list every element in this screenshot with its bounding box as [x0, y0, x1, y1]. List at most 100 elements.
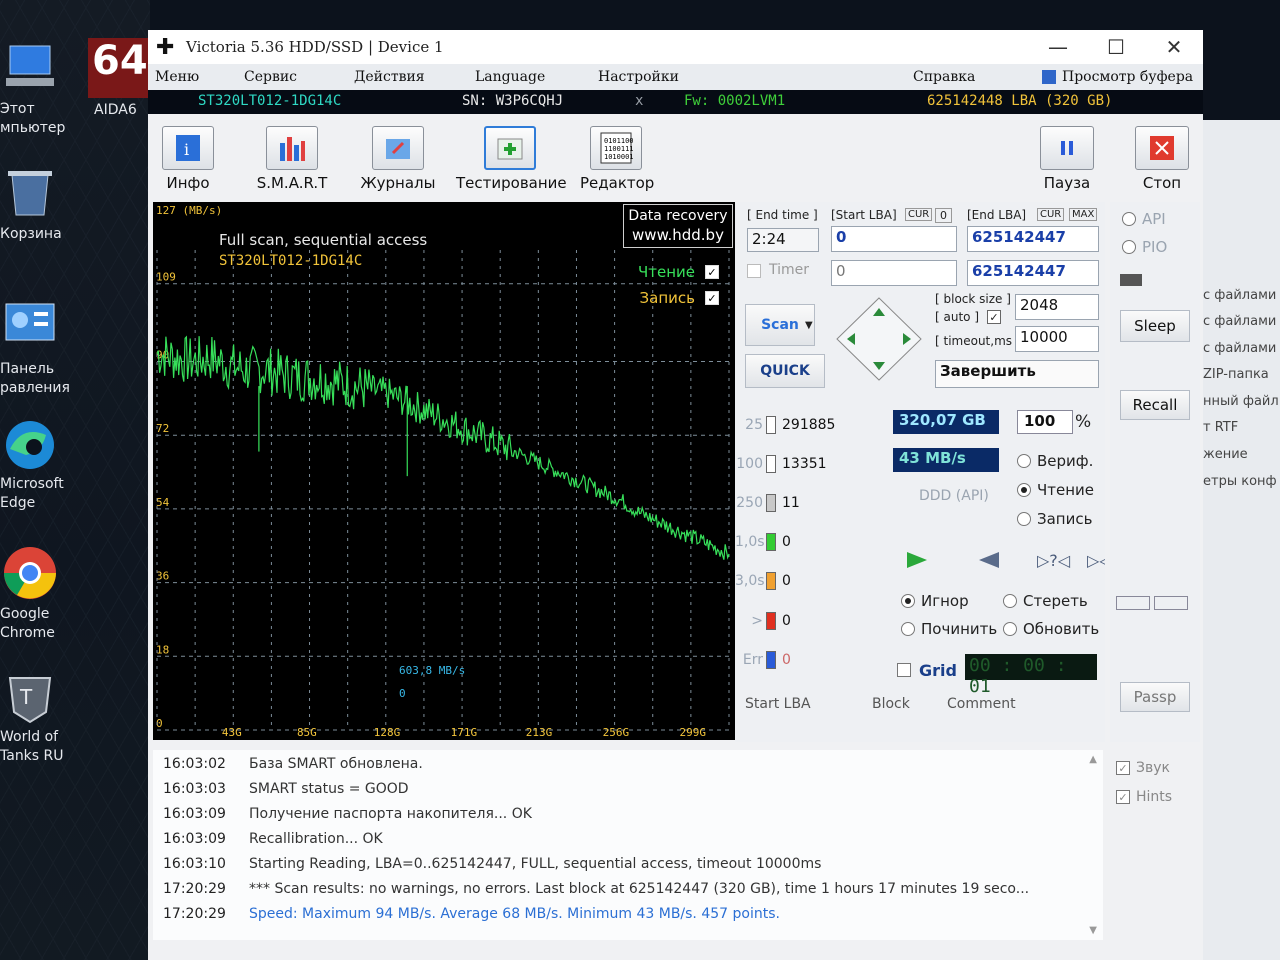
bg-list-item: жение [1203, 447, 1248, 462]
x-tick-label: 128G [374, 726, 401, 739]
status-indicator [1120, 274, 1142, 286]
start-zero-button[interactable]: 0 [935, 208, 952, 223]
bg-list-item: с файлами [1203, 314, 1277, 329]
end-max-button[interactable]: MAX [1069, 208, 1098, 221]
desktop: Этот мпьютер Корзина Панель равления Mic… [0, 0, 150, 960]
grid-checkbox[interactable] [897, 663, 911, 677]
refresh-radio[interactable]: Обновить [1003, 620, 1099, 638]
stop-button[interactable]: Стоп [1134, 126, 1190, 192]
editor-button[interactable]: 0101100 1100111 1010001 Редактор [580, 126, 655, 192]
y-tick-label: 36 [156, 570, 169, 583]
hints-label: Hints [1136, 789, 1173, 805]
y-tick-label: 54 [156, 496, 170, 509]
device-close-x[interactable]: x [635, 93, 643, 109]
read-speed-line [156, 335, 730, 560]
counter-1s: 1,0s 0 [735, 533, 791, 551]
end-cur-button[interactable]: CUR [1037, 208, 1065, 221]
col-start-lba: Start LBA [745, 696, 811, 712]
read-legend-checkbox[interactable]: ✓ [705, 265, 719, 279]
edge-shortcut[interactable]: Microsoft Edge [0, 415, 90, 513]
scan-dropdown-arrow[interactable]: ▼ [805, 320, 813, 331]
bg-list-item: с файлами [1203, 288, 1277, 303]
write-legend-checkbox[interactable]: ✓ [705, 291, 719, 305]
timer-checkbox[interactable] [747, 264, 761, 278]
menu-actions[interactable]: Действия [354, 69, 425, 85]
recycle-bin-shortcut[interactable]: Корзина [0, 165, 90, 244]
close-button[interactable]: ✕ [1145, 35, 1203, 59]
timer-label: Timer [769, 262, 810, 278]
start-lba-label: [Start LBA] [831, 208, 897, 222]
event-log: 16:03:02 База SMART обновлена. 16:03:03 SM… [153, 750, 1103, 940]
pause-button[interactable]: Пауза [1038, 126, 1096, 192]
playback-controls[interactable]: ▷?◁ ▷◁ [905, 548, 1105, 572]
start-lba-field[interactable]: 0 [831, 226, 957, 252]
sleep-button[interactable]: Sleep [1120, 310, 1190, 342]
editor-label: Редактор [580, 174, 655, 192]
control-panel-shortcut[interactable]: Панель равления [0, 300, 90, 398]
app-cross-icon: ✚ [156, 34, 175, 60]
bg-list-item: т RTF [1203, 420, 1239, 435]
maximize-button[interactable]: ☐ [1087, 35, 1145, 59]
smart-button[interactable]: S.M.A.R.T [252, 126, 332, 192]
world-of-tanks-shortcut[interactable]: T World of Tanks RU [0, 668, 90, 766]
auto-checkbox[interactable]: ✓ [987, 310, 1001, 324]
buffer-view-menu[interactable]: Просмотр буфера [1042, 69, 1193, 85]
direction-pad[interactable] [835, 296, 923, 382]
recall-button[interactable]: Recall [1120, 390, 1190, 420]
start-cur-button[interactable]: CUR [905, 208, 933, 221]
y-tick-label: 18 [156, 643, 169, 656]
pio-radio[interactable]: PIO [1122, 238, 1167, 256]
this-pc-shortcut[interactable]: Этот мпьютер [0, 40, 90, 138]
chrome-shortcut[interactable]: Google Chrome [0, 545, 90, 643]
aida64-icon[interactable]: 64 [88, 38, 150, 98]
testing-button[interactable]: Тестирование [456, 126, 567, 192]
aida64-glyph: 64 [92, 38, 148, 84]
stop-icon [1135, 126, 1189, 170]
hints-option[interactable]: ✓ Hints [1116, 789, 1172, 805]
finish-action-select[interactable]: Завершить [935, 360, 1099, 388]
quick-button[interactable]: QUICK [745, 354, 825, 388]
timeout-select[interactable]: 10000 [1015, 326, 1099, 352]
end-time-field[interactable]: 2:24 [747, 228, 819, 252]
menu-language[interactable]: Language [475, 69, 545, 85]
world-of-tanks-label: World of Tanks RU [0, 729, 64, 764]
log-scroll-down[interactable]: ▼ [1089, 925, 1097, 936]
end-lba-field-2[interactable]: 625142447 [967, 260, 1099, 286]
minimize-button[interactable]: — [1029, 35, 1087, 59]
passport-button[interactable]: Passp [1120, 682, 1190, 712]
play-icon [907, 552, 927, 568]
bg-list-item: нный файл [1203, 394, 1279, 409]
sound-option[interactable]: ✓ Звук [1116, 760, 1170, 776]
info-button[interactable]: i Инфо [156, 126, 220, 192]
api-radio[interactable]: API [1122, 210, 1166, 228]
graph-title: Full scan, sequential access [219, 231, 428, 249]
device-bar[interactable]: ST320LT012-1DG14C SN: W3P6CQHJ x Fw: 000… [148, 90, 1203, 114]
toolbar: i Инфо S.M.A.R.T Журналы Тестирование 01… [148, 122, 1203, 202]
sound-label: Звук [1136, 760, 1170, 776]
menu-help[interactable]: Справка [913, 69, 975, 85]
read-radio[interactable]: Чтение [1017, 481, 1094, 499]
timer-field[interactable]: 0 [831, 260, 957, 286]
edge-label: Microsoft Edge [0, 476, 64, 511]
verify-radio[interactable]: Вериф. [1017, 452, 1093, 470]
end-lba-field[interactable]: 625142447 [967, 226, 1099, 252]
hints-checkbox[interactable]: ✓ [1116, 790, 1130, 804]
erase-radio[interactable]: Стереть [1003, 592, 1088, 610]
log-scroll-up[interactable]: ▲ [1089, 754, 1097, 765]
write-radio[interactable]: Запись [1017, 510, 1092, 528]
menu-service[interactable]: Сервис [244, 69, 297, 85]
aida64-label: AIDA6 [94, 102, 137, 118]
ignore-radio[interactable]: Игнор [901, 592, 969, 610]
journals-button[interactable]: Журналы [360, 126, 436, 192]
sound-checkbox[interactable]: ✓ [1116, 761, 1130, 775]
data-recovery-link[interactable]: Data recovery www.hdd.by [623, 204, 733, 248]
counter-errors: Err 0 [742, 651, 791, 669]
chrome-icon [2, 545, 58, 601]
recycle-bin-label: Корзина [0, 226, 62, 242]
block-size-select[interactable]: 2048 [1015, 294, 1099, 320]
menu-settings[interactable]: Настройки [598, 69, 679, 85]
device-serial: SN: W3P6CQHJ [462, 93, 564, 109]
menu-main[interactable]: Меню [155, 69, 199, 85]
elapsed-timer: 00 : 00 : 01 [965, 654, 1097, 697]
repair-radio[interactable]: Починить [901, 620, 997, 638]
